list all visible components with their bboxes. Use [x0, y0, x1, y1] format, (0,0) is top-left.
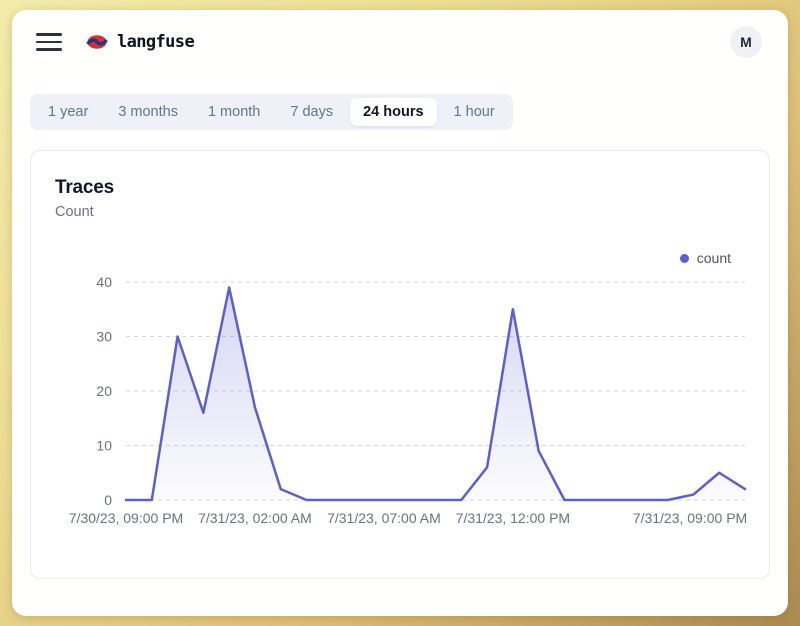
menu-hamburger-icon[interactable]: [36, 33, 62, 51]
tab-1-month[interactable]: 1 month: [195, 98, 273, 126]
legend-label: count: [697, 250, 731, 266]
x-tick-label-0: 7/30/23, 09:00 PM: [69, 510, 183, 526]
x-tick-label-10: 7/31/23, 07:00 AM: [327, 510, 441, 526]
y-tick-label-0: 0: [104, 492, 112, 508]
user-avatar[interactable]: M: [730, 26, 762, 58]
tab-24-hours[interactable]: 24 hours: [350, 98, 436, 126]
x-tick-label-15: 7/31/23, 12:00 PM: [456, 510, 570, 526]
app-header: langfuse M: [12, 10, 788, 74]
hamburger-bar: [36, 48, 62, 51]
brand[interactable]: langfuse: [86, 32, 194, 52]
hamburger-bar: [36, 41, 62, 44]
hamburger-bar: [36, 33, 62, 36]
x-tick-label-5: 7/31/23, 02:00 AM: [198, 510, 312, 526]
time-range-tabbar: 1 year3 months1 month7 days24 hours1 hou…: [30, 94, 513, 130]
brand-wordmark: langfuse: [117, 32, 194, 52]
app-window: langfuse M 1 year3 months1 month7 days24…: [12, 10, 788, 616]
card-title: Traces: [55, 177, 745, 199]
tab-1-hour[interactable]: 1 hour: [441, 98, 508, 126]
traces-card: Traces Count count 0 10 20 30 40 7/30/23, 09:…: [30, 150, 770, 579]
card-subtitle: Count: [55, 204, 745, 220]
tab-7-days[interactable]: 7 days: [277, 98, 346, 126]
chart-legend: count: [55, 248, 745, 268]
y-tick-label-40: 40: [96, 274, 112, 290]
x-tick-label-24: 7/31/23, 09:00 PM: [633, 510, 747, 526]
y-tick-label-30: 30: [96, 329, 112, 345]
traces-line-chart[interactable]: 0 10 20 30 40 7/30/23, 09:00 PM 7/31/23, 02:00…: [55, 270, 747, 534]
legend-dot-icon: [680, 254, 689, 263]
y-tick-label-10: 10: [96, 438, 112, 454]
tab-3-months[interactable]: 3 months: [105, 98, 191, 126]
langfuse-logo-icon: [86, 33, 108, 51]
series-area-count: [126, 287, 745, 500]
chart-area-wrapper: 0 10 20 30 40 7/30/23, 09:00 PM 7/31/23, 02:00…: [55, 270, 745, 539]
y-tick-label-20: 20: [96, 383, 112, 399]
tab-1-year[interactable]: 1 year: [35, 98, 101, 126]
